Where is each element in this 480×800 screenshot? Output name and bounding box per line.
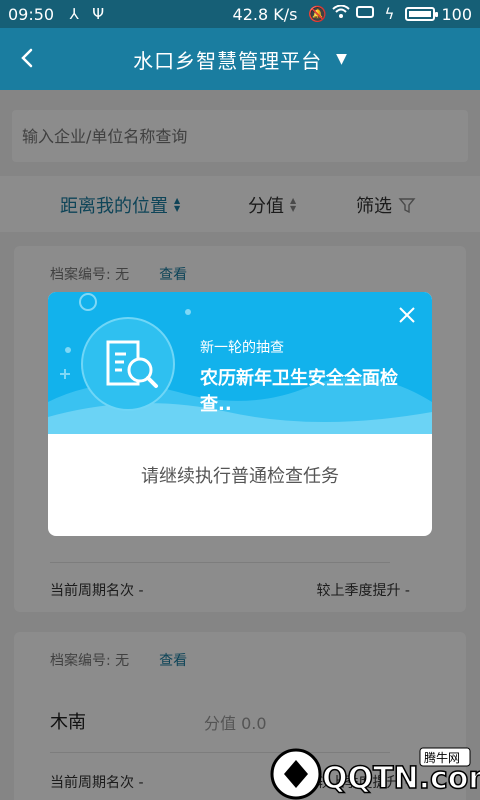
dialog-banner: 新一轮的抽查 农历新年卫生安全全面检查.. bbox=[48, 292, 432, 434]
usb-icon: Ψ bbox=[92, 5, 105, 23]
document-search-icon bbox=[81, 317, 175, 411]
battery-level: 100 bbox=[441, 4, 472, 24]
screen-icon bbox=[355, 5, 375, 23]
dialog-message: 请继续执行普通检查任务 bbox=[141, 466, 339, 487]
dialog-subtitle: 新一轮的抽查 bbox=[200, 340, 284, 356]
close-icon[interactable] bbox=[396, 304, 418, 326]
usb-share-icon: ⅄ bbox=[69, 5, 79, 23]
back-arrow-icon[interactable] bbox=[14, 44, 42, 72]
mute-icon: 🔕 bbox=[308, 5, 327, 23]
network-speed: 42.8 K/s bbox=[232, 4, 298, 24]
page-title[interactable]: 水口乡智慧管理平台 bbox=[133, 45, 322, 74]
dialog-title: 农历新年卫生安全全面检查.. bbox=[200, 368, 398, 415]
charging-icon: ϟ bbox=[384, 5, 395, 23]
wifi-icon bbox=[331, 4, 351, 23]
watermark-logo: QQTN.com 腾牛网 bbox=[270, 747, 480, 800]
svg-text:腾牛网: 腾牛网 bbox=[424, 750, 460, 765]
status-time: 09:50 bbox=[8, 4, 55, 24]
status-bar: 09:50 ⅄ Ψ 42.8 K/s 🔕 ϟ 100 bbox=[0, 0, 480, 28]
notice-dialog: 新一轮的抽查 农历新年卫生安全全面检查.. 请继续执行普通检查任务 bbox=[48, 292, 432, 536]
title-dropdown-icon[interactable]: ▼ bbox=[336, 51, 347, 67]
app-header: 水口乡智慧管理平台 ▼ bbox=[0, 28, 480, 90]
battery-icon bbox=[405, 7, 439, 21]
